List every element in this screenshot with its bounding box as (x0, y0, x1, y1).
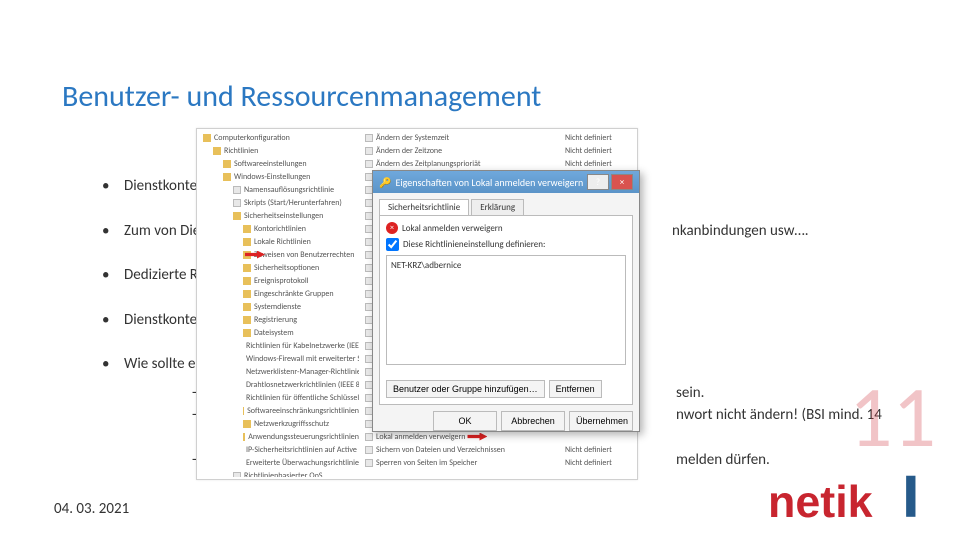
folder-icon (243, 407, 244, 415)
dialog-title-text: Eigenschaften von Lokal anmelden verweig… (395, 176, 583, 189)
tree-node: Netzwerklistenr-Manager-Richtlinien (199, 365, 359, 378)
folder-icon (243, 316, 251, 324)
tree-node: Windows-Einstellungen (199, 170, 359, 183)
doc-icon (233, 199, 241, 207)
policy-row: Ändern der ZeitzoneNicht definiert (361, 144, 635, 157)
svg-text:netik: netik (768, 477, 873, 527)
tree-node: Drahtlosnetzwerkrichtlinien (IEEE 802.1) (199, 378, 359, 391)
policy-row: Sperren von Seiten im SpeicherNicht defi… (361, 456, 635, 469)
folder-icon (203, 134, 211, 142)
doc-icon (365, 459, 373, 467)
define-checkbox[interactable]: Diese Richtlinieneinstellung definieren: (386, 238, 626, 251)
properties-dialog: 🔑 Eigenschaften von Lokal anmelden verwe… (372, 170, 640, 432)
doc-icon (233, 472, 241, 478)
tree-node: Namensauflösungsrichtlinie (199, 183, 359, 196)
ok-button[interactable]: OK (433, 411, 497, 431)
folder-icon (223, 173, 231, 181)
key-icon: 🔑 (379, 176, 391, 189)
tree-node: Skripts (Start/Herunterfahren) (199, 196, 359, 209)
tree-node: Ereignisprotokoll (199, 274, 359, 287)
list-item: NET-KRZ\adbernice (391, 260, 461, 271)
dialog-titlebar: 🔑 Eigenschaften von Lokal anmelden verwe… (373, 171, 639, 193)
doc-icon (233, 186, 241, 194)
tree-node: Systemdienste (199, 300, 359, 313)
folder-icon (243, 238, 251, 246)
doc-icon (365, 160, 373, 168)
folder-icon (213, 147, 221, 155)
add-user-button[interactable]: Benutzer oder Gruppe hinzufügen… (386, 380, 545, 398)
tree-node: Richtlinien für öffentliche Schlüssel (199, 391, 359, 404)
tree-node: Registrierung (199, 313, 359, 326)
folder-icon (243, 329, 251, 337)
page-number: 11 (849, 365, 936, 470)
doc-icon (365, 147, 373, 155)
tree-node: IP-Sicherheitsrichtlinien auf Active Dir… (199, 443, 359, 456)
tree-node: Eingeschränkte Gruppen (199, 287, 359, 300)
tree-node: Sicherheitsoptionen (199, 261, 359, 274)
folder-icon (243, 277, 251, 285)
tree-node: Anwendungssteuerungsrichtlinien (199, 430, 359, 443)
tree-node: Sicherheitseinstellungen (199, 209, 359, 222)
user-listbox[interactable]: NET-KRZ\adbernice (386, 255, 626, 365)
policy-row: Ändern der SystemzeitNicht definiert (361, 131, 635, 144)
folder-icon (243, 303, 251, 311)
tree-node: Netzwerkzugriffsschutz (199, 417, 359, 430)
tree-node: Richtlinien (199, 144, 359, 157)
tree-node: Dateisystem (199, 326, 359, 339)
deny-icon: × (386, 222, 398, 234)
tab-explanation[interactable]: Erklärung (471, 199, 524, 215)
doc-icon (365, 134, 373, 142)
tree-node: Zuweisen von Benutzerrechten (199, 248, 359, 261)
folder-icon (243, 264, 251, 272)
tree-node: Computerkonfiguration (199, 131, 359, 144)
tree-node: Richtlinien für Kabelnetzwerke (IEEE 802… (199, 339, 359, 352)
tab-security-policy[interactable]: Sicherheitsrichtlinie (379, 199, 469, 215)
doc-icon (365, 433, 373, 441)
folder-icon (243, 420, 251, 428)
tree-node: Erweiterte Überwachungsrichtlinienkonfig… (199, 456, 359, 469)
folder-icon (223, 160, 231, 168)
tree-node: Lokale Richtlinien (199, 235, 359, 248)
slide-date: 04. 03. 2021 (54, 500, 129, 518)
policy-row: Sichern von Dateien und VerzeichnissenNi… (361, 443, 635, 456)
folder-icon (243, 225, 251, 233)
tree-node: Softwareeinschränkungsrichtlinien (199, 404, 359, 417)
policy-heading: Lokal anmelden verweigern (402, 223, 503, 234)
apply-button[interactable]: Übernehmen (569, 411, 633, 431)
close-button[interactable]: × (611, 174, 633, 190)
policy-row: Ändern des ZeitplanungsprioriätNicht def… (361, 157, 635, 170)
doc-icon (365, 446, 373, 454)
help-button[interactable]: ? (587, 174, 609, 190)
gpo-tree: ComputerkonfigurationRichtlinienSoftware… (199, 131, 359, 477)
folder-icon (233, 212, 241, 220)
remove-button[interactable]: Entfernen (549, 380, 602, 398)
slide-title: Benutzer- und Ressourcenmanagement (62, 78, 541, 115)
tree-node: Richtlinienbasierter QoS (199, 469, 359, 477)
folder-icon (243, 290, 251, 298)
cancel-button[interactable]: Abbrechen (501, 411, 565, 431)
tree-node: Softwareeinstellungen (199, 157, 359, 170)
tree-node: Windows-Firewall mit erweiterter Sicherh… (199, 352, 359, 365)
logo: netik (768, 472, 936, 528)
folder-icon (243, 433, 245, 441)
tree-node: Kontorichtlinien (199, 222, 359, 235)
